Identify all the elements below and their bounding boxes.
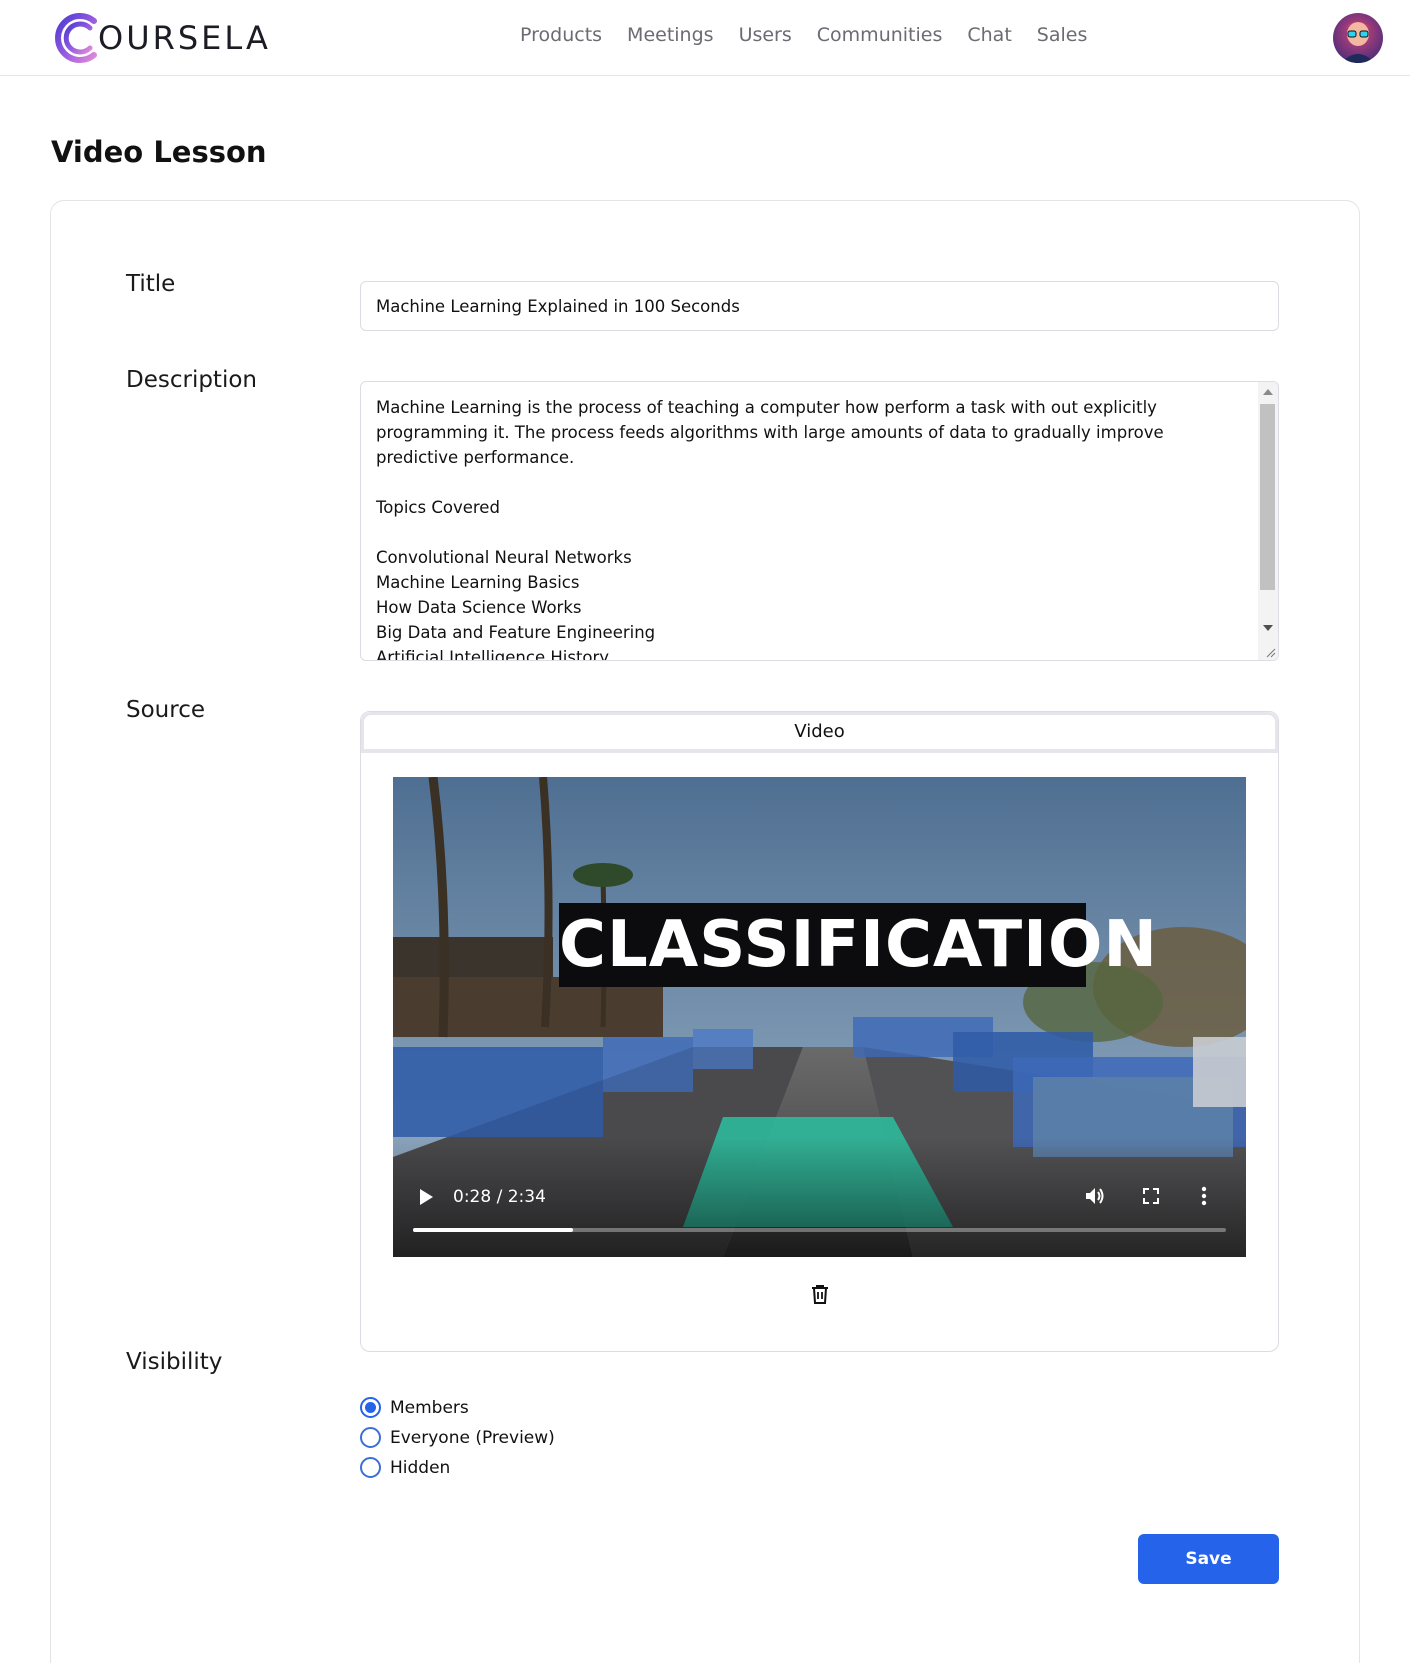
video-time: 0:28 / 2:34 [453,1187,546,1207]
description-textarea[interactable]: Machine Learning is the process of teach… [360,381,1279,661]
coursela-logo[interactable]: OURSELA [50,12,271,64]
video-progress-fill [413,1228,574,1232]
more-options-icon[interactable] [1200,1185,1208,1207]
top-navigation-bar: OURSELA Products Meetings Users Communit… [0,0,1410,76]
radio-label-hidden: Hidden [390,1457,451,1478]
scroll-up-arrow-icon[interactable] [1263,389,1273,395]
radio-everyone[interactable] [360,1427,381,1448]
delete-video-trash-icon[interactable] [808,1282,832,1306]
logo-text: OURSELA [98,19,271,57]
tab-video[interactable]: Video [364,715,1275,749]
radio-members[interactable] [360,1397,381,1418]
page-title: Video Lesson [51,135,267,169]
title-label: Title [126,271,176,297]
fullscreen-icon[interactable] [1141,1186,1161,1206]
radio-label-members: Members [390,1397,469,1418]
save-button[interactable]: Save [1138,1534,1279,1584]
visibility-option-hidden[interactable]: Hidden [360,1457,450,1478]
radio-hidden[interactable] [360,1457,381,1478]
nav-chat[interactable]: Chat [967,24,1011,46]
description-text: Machine Learning is the process of teach… [376,398,1164,661]
scroll-down-arrow-icon[interactable] [1263,625,1273,631]
nav-communities[interactable]: Communities [817,24,943,46]
nav-meetings[interactable]: Meetings [627,24,714,46]
avatar-image [1333,13,1383,63]
volume-icon[interactable] [1083,1184,1107,1208]
nav-products[interactable]: Products [520,24,602,46]
visibility-label: Visibility [126,1349,223,1375]
description-label: Description [126,367,257,393]
video-player[interactable]: CLASSIFICATION 0:28 / 2:34 [393,777,1246,1257]
play-icon[interactable] [417,1187,435,1207]
source-tabs: Video [361,712,1278,753]
title-input[interactable] [360,281,1279,331]
description-scrollbar[interactable] [1258,382,1278,660]
video-caption-box: CLASSIFICATION [559,903,1158,987]
radio-label-everyone: Everyone (Preview) [390,1427,555,1448]
visibility-option-members[interactable]: Members [360,1397,469,1418]
visibility-option-everyone[interactable]: Everyone (Preview) [360,1427,555,1448]
source-label: Source [126,697,205,723]
nav-sales[interactable]: Sales [1037,24,1088,46]
video-progress-bar[interactable] [413,1228,1226,1232]
video-caption: CLASSIFICATION [559,908,1158,982]
main-nav: Products Meetings Users Communities Chat… [520,24,1112,46]
resize-grip-icon[interactable] [1264,646,1276,658]
nav-users[interactable]: Users [739,24,792,46]
user-avatar[interactable] [1333,13,1383,63]
scroll-thumb[interactable] [1260,404,1275,590]
